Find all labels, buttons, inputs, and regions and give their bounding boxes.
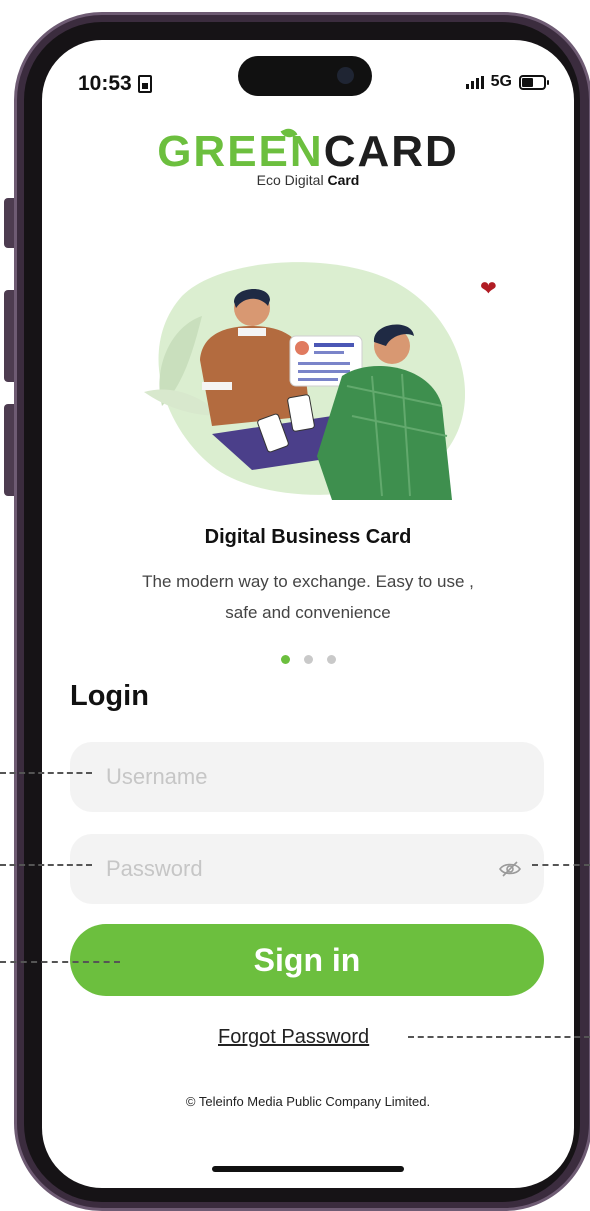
page-dot-active[interactable] (280, 655, 290, 664)
brand-logo: GREENCARD Eco Digital Card (42, 125, 574, 188)
status-indicators: 5G (465, 73, 549, 91)
forgot-password-link[interactable]: Forgot Password (218, 1026, 369, 1049)
onboarding-description: The modern way to exchange. Easy to use … (142, 572, 474, 622)
home-indicator[interactable] (212, 1166, 404, 1172)
username-field-container (70, 742, 544, 812)
onboarding-headline: Digital Business Card (204, 526, 412, 548)
logo-brand-green: GREEN (157, 127, 324, 176)
sign-in-button[interactable]: Sign in (70, 924, 544, 996)
eye-icon[interactable] (498, 858, 522, 880)
sim-icon (137, 75, 152, 93)
heart-icon: ❤ (480, 278, 497, 300)
password-input[interactable] (104, 855, 510, 883)
phone-screen: 10:53 5G GREENCARD Eco Digital Card ❤ Di… (42, 40, 574, 1188)
dynamic-island (238, 56, 372, 96)
callout-line-password (0, 864, 92, 866)
page-dot[interactable] (326, 655, 336, 664)
callout-line-forgot (408, 1036, 590, 1038)
battery-icon (519, 74, 549, 90)
callout-line-username (0, 772, 92, 774)
page-indicator[interactable] (42, 655, 574, 664)
login-title: Login (70, 680, 149, 712)
copyright-text: © Teleinfo Media Public Company Limited. (185, 1094, 431, 1109)
callout-line-eye (532, 864, 590, 866)
username-input[interactable] (104, 763, 510, 791)
status-time-text: 10:53 (78, 72, 132, 95)
logo-tagline: Eco Digital Card (42, 172, 574, 188)
logo-wordmark: GREENCARD (42, 128, 574, 176)
password-field-container (70, 834, 544, 904)
business-card-illustration (144, 262, 466, 500)
logo-brand-dark: CARD (323, 127, 459, 176)
camera-icon (337, 67, 354, 84)
logo-tagline-bold: Card (327, 172, 360, 188)
logo-tagline-prefix: Eco Digital (256, 172, 324, 188)
network-type: 5G (490, 73, 512, 90)
callout-line-signin (0, 961, 120, 963)
signal-icon (465, 75, 484, 89)
page-dot[interactable] (303, 655, 313, 664)
status-time: 10:53 (78, 72, 152, 96)
